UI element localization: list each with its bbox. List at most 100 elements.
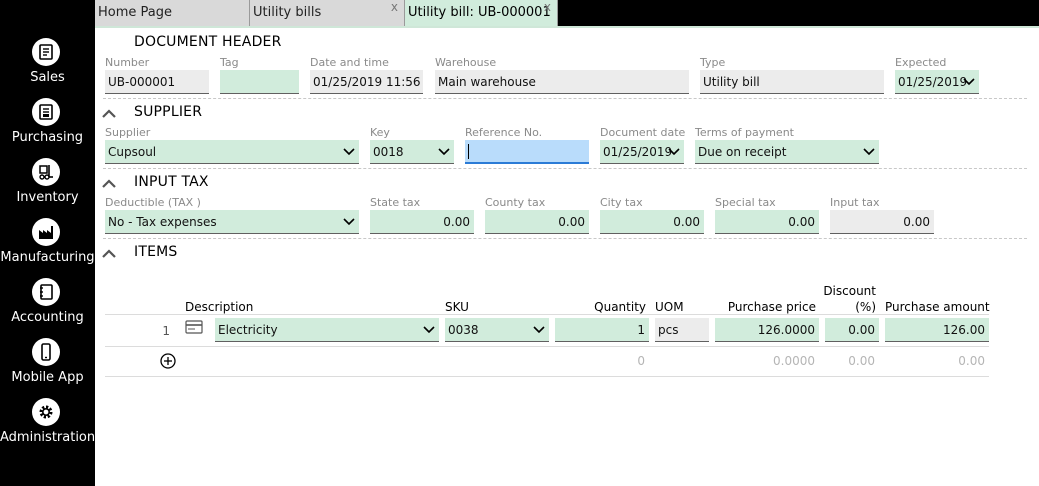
section-title-document-header: DOCUMENT HEADER (134, 34, 282, 50)
type-field[interactable]: Utility bill (700, 70, 884, 94)
county-tax-label: County tax (485, 196, 546, 209)
section-title-supplier: SUPPLIER (134, 104, 203, 120)
accounting-icon (32, 278, 60, 306)
column-header-purchase-price[interactable]: Purchase price (715, 300, 816, 314)
reference-input[interactable] (465, 140, 589, 164)
total-price: 0.0000 (773, 354, 815, 368)
item-description-dropdown[interactable]: Electricity (215, 318, 439, 342)
sidebar-item-label: Purchasing (11, 130, 84, 145)
state-tax-field[interactable]: 0.00 (370, 210, 474, 234)
sidebar-item-label: Manufacturing (0, 250, 95, 265)
column-header-description[interactable]: Description (185, 300, 253, 314)
item-sku-dropdown[interactable]: 0038 (445, 318, 549, 342)
chevron-down-icon[interactable] (533, 325, 545, 335)
number-field[interactable]: UB-000001 (105, 70, 209, 94)
item-amount-field[interactable]: 126.00 (885, 318, 989, 342)
special-tax-field[interactable]: 0.00 (715, 210, 819, 234)
sidebar-item-mobile-app[interactable]: Mobile App (0, 334, 95, 394)
sidebar-item-label: Administration (0, 430, 96, 445)
datetime-field[interactable]: 01/25/2019 11:56 (310, 70, 423, 94)
expected-date-value: 01/25/2019 (898, 75, 968, 89)
type-label: Type (700, 56, 726, 69)
section-title-input-tax: INPUT TAX (134, 174, 209, 190)
sidebar-item-label: Accounting (11, 310, 84, 325)
tag-field[interactable] (220, 70, 299, 94)
document-date-field[interactable]: 01/25/2019 (600, 140, 684, 164)
add-row-icon[interactable] (160, 353, 176, 369)
collapse-items-icon[interactable] (101, 248, 117, 260)
chevron-down-icon[interactable] (863, 147, 875, 157)
expected-label: Expected (895, 56, 947, 69)
sidebar-item-label: Mobile App (11, 370, 84, 385)
terms-value: Due on receipt (698, 145, 787, 159)
gear-icon (32, 398, 60, 426)
item-discount-field[interactable]: 0.00 (825, 318, 879, 342)
terms-dropdown[interactable]: Due on receipt (695, 140, 879, 164)
row-card-icon[interactable] (185, 320, 203, 334)
sidebar-item-label: Sales (30, 70, 65, 85)
warehouse-label: Warehouse (435, 56, 497, 69)
column-header-uom[interactable]: UOM (655, 300, 684, 314)
section-divider (103, 238, 1027, 239)
reference-label: Reference No. (465, 126, 543, 139)
chevron-down-icon[interactable] (438, 147, 450, 157)
city-tax-label: City tax (600, 196, 643, 209)
input-tax-field[interactable]: 0.00 (830, 210, 934, 234)
deductible-value: No - Tax expenses (108, 215, 217, 229)
tab-utility-bill-ub-000001[interactable]: Utility bill: UB-000001 x (405, 0, 558, 26)
chevron-down-icon[interactable] (668, 147, 680, 157)
terms-label: Terms of payment (695, 126, 794, 139)
city-tax-field[interactable]: 0.00 (600, 210, 704, 234)
tab-utility-bills[interactable]: Utility bills x (250, 0, 405, 26)
total-discount: 0.00 (848, 354, 875, 368)
key-dropdown[interactable]: 0018 (370, 140, 454, 164)
column-header-discount[interactable]: Discount (815, 284, 876, 298)
sidebar-item-administration[interactable]: Administration (0, 394, 95, 454)
sidebar-item-accounting[interactable]: Accounting (0, 274, 95, 334)
deductible-dropdown[interactable]: No - Tax expenses (105, 210, 359, 234)
item-price-field[interactable]: 126.0000 (715, 318, 819, 342)
row-number: 1 (162, 324, 170, 338)
document-date-value: 01/25/2019 (603, 145, 673, 159)
column-header-quantity[interactable]: Quantity (555, 300, 646, 314)
inventory-icon (32, 158, 60, 186)
column-header-purchase-amount[interactable]: Purchase amount (885, 300, 990, 314)
datetime-label: Date and time (310, 56, 389, 69)
tag-label: Tag (220, 56, 239, 69)
purchasing-icon (32, 98, 60, 126)
supplier-dropdown[interactable]: Cupsoul (105, 140, 359, 164)
section-divider (103, 168, 1027, 169)
item-quantity-field[interactable]: 1 (555, 318, 649, 342)
warehouse-field[interactable]: Main warehouse (435, 70, 689, 94)
close-icon[interactable]: x (544, 0, 551, 20)
collapse-supplier-icon[interactable] (101, 108, 117, 120)
chevron-down-icon[interactable] (423, 325, 435, 335)
chevron-down-icon[interactable] (343, 147, 355, 157)
table-row-line (105, 376, 989, 377)
tab-home-page[interactable]: Home Page (95, 0, 250, 26)
item-description-value: Electricity (218, 323, 278, 337)
collapse-input-tax-icon[interactable] (101, 178, 117, 190)
state-tax-label: State tax (370, 196, 421, 209)
chevron-down-icon[interactable] (963, 77, 975, 87)
supplier-value: Cupsoul (108, 145, 157, 159)
sidebar-item-inventory[interactable]: Inventory (0, 154, 95, 214)
main-sidebar: Sales Purchasing Inventory Manufacturing… (0, 0, 95, 486)
expected-date-field[interactable]: 01/25/2019 (895, 70, 979, 94)
document-date-label: Document date (600, 126, 686, 139)
chevron-down-icon[interactable] (343, 217, 355, 227)
mobile-app-icon (32, 338, 60, 366)
supplier-label: Supplier (105, 126, 151, 139)
sidebar-item-sales[interactable]: Sales (0, 34, 95, 94)
total-quantity: 0 (637, 354, 645, 368)
close-icon[interactable]: x (391, 0, 398, 20)
sidebar-item-purchasing[interactable]: Purchasing (0, 94, 95, 154)
item-uom-field[interactable]: pcs (655, 318, 709, 342)
county-tax-field[interactable]: 0.00 (485, 210, 589, 234)
column-header-sku[interactable]: SKU (445, 300, 469, 314)
table-row-line (105, 346, 989, 347)
sidebar-item-manufacturing[interactable]: Manufacturing (0, 214, 95, 274)
table-header-line (105, 314, 989, 315)
sales-icon (32, 38, 60, 66)
key-value: 0018 (373, 145, 404, 159)
